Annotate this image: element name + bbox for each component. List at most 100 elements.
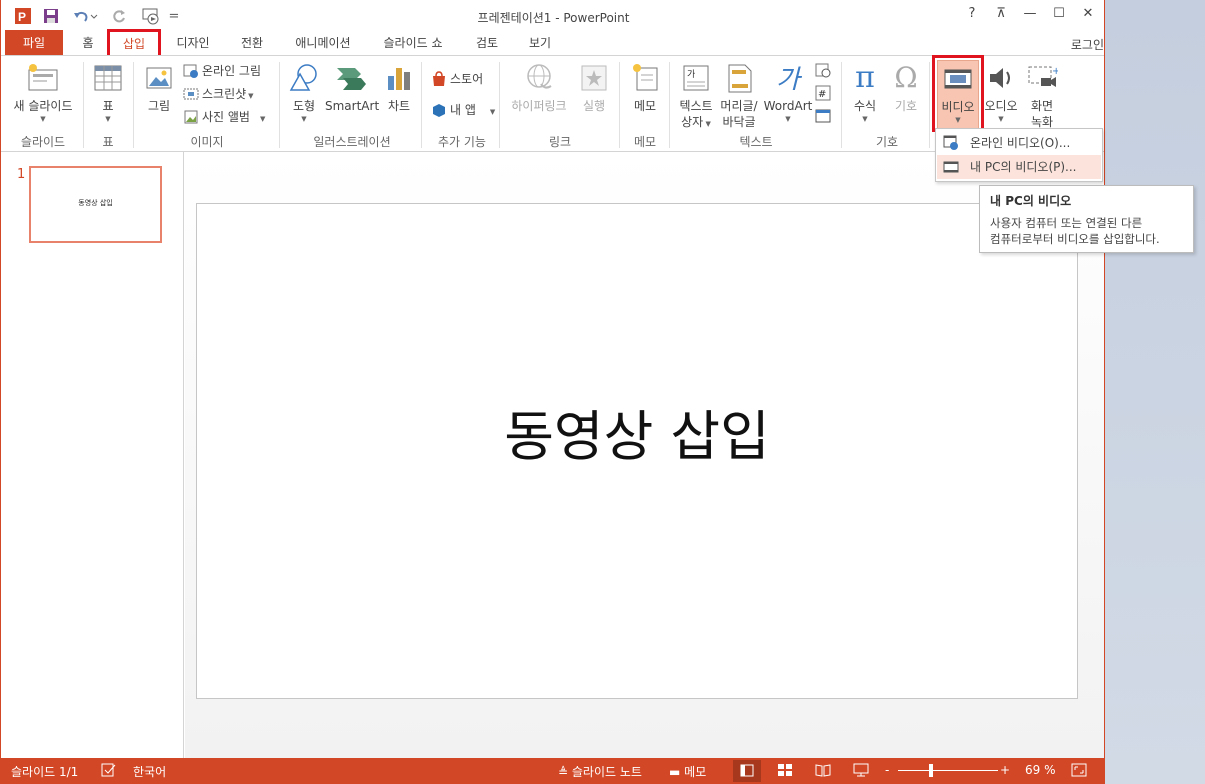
group-label-tables: 표 — [102, 135, 114, 149]
chevron-down-icon: ▼ — [105, 115, 111, 123]
date-time-icon — [815, 62, 831, 78]
group-label-illustrations: 일러스트레이션 — [313, 135, 391, 149]
tab-slideshow[interactable]: 슬라이드 쇼 — [373, 30, 453, 56]
maximize-button[interactable]: ☐ — [1045, 6, 1073, 26]
notes-button[interactable]: ≜ 슬라이드 노트 — [558, 763, 642, 780]
language[interactable]: 한국어 — [133, 763, 166, 780]
group-label-symbols: 기호 — [875, 135, 899, 149]
slide-thumbnails-pane: 1 동영상 삽입 — [1, 152, 184, 758]
textbox-button[interactable]: 가 텍스트 상자 ▼ — [675, 60, 717, 132]
chevron-down-icon: ▼ — [785, 115, 791, 123]
svg-text:가: 가 — [687, 69, 695, 80]
fit-slide-icon[interactable] — [1071, 763, 1087, 780]
screen-recording-label-line1: 화면 — [1030, 99, 1054, 113]
zoom-slider-thumb[interactable] — [929, 764, 933, 777]
tab-file[interactable]: 파일 — [5, 30, 63, 56]
slide-title[interactable]: 동영상 삽입 — [197, 392, 1077, 471]
minimize-button[interactable]: — — [1016, 6, 1044, 26]
close-button[interactable]: ✕ — [1074, 6, 1102, 26]
screen-recording-button[interactable]: + 화면 녹화 — [1023, 60, 1061, 130]
normal-view-button[interactable] — [733, 760, 761, 782]
date-time-button[interactable] — [815, 60, 834, 80]
smartart-button[interactable]: SmartArt — [325, 60, 380, 114]
store-label: 스토어 — [450, 72, 484, 86]
pc-video-menu-item[interactable]: 내 PC의 비디오(P)... — [937, 155, 1101, 179]
object-icon — [815, 108, 831, 124]
tab-home[interactable]: 홈 — [71, 30, 105, 56]
divider — [421, 62, 422, 148]
online-picture-button[interactable]: 온라인 그림 — [183, 61, 261, 81]
divider — [499, 62, 500, 148]
symbol-label: 기호 — [894, 99, 918, 113]
zoom-out-button[interactable]: - — [885, 763, 889, 777]
comment-button[interactable]: 메모 — [625, 60, 665, 114]
wordart-label: WordArt — [763, 99, 813, 113]
photo-album-button[interactable]: 사진 앨범 ▼ — [183, 107, 265, 127]
tab-design[interactable]: 디자인 — [167, 30, 219, 56]
divider — [133, 62, 134, 148]
svg-text:가: 가 — [776, 65, 803, 94]
audio-button[interactable]: 오디오 ▼ — [981, 60, 1021, 124]
divider — [669, 62, 670, 148]
symbol-button[interactable]: Ω 기호 — [887, 60, 925, 114]
comments-button[interactable]: ▬ 메모 — [669, 763, 706, 780]
reading-view-icon[interactable] — [815, 763, 831, 780]
new-slide-button[interactable]: 새 슬라이드 ▼ — [7, 60, 79, 124]
slide-sorter-view-icon[interactable] — [777, 763, 793, 780]
chevron-down-icon: ▼ — [301, 115, 307, 123]
new-slide-icon — [27, 62, 59, 94]
group-label-images: 이미지 — [190, 135, 224, 149]
equation-button[interactable]: π 수식 ▼ — [847, 60, 883, 124]
tab-transitions[interactable]: 전환 — [229, 30, 275, 56]
ribbon-tabs: 파일 홈 삽입 디자인 전환 애니메이션 슬라이드 쇼 검토 보기 로그인 — [1, 30, 1104, 57]
table-button[interactable]: 표 ▼ — [89, 60, 127, 124]
zoom-in-button[interactable]: + — [1000, 763, 1010, 777]
tab-view[interactable]: 보기 — [520, 30, 560, 56]
slide-editing-area: 동영상 삽입 — [185, 152, 1104, 758]
wordart-button[interactable]: 가 WordArt ▼ — [763, 60, 813, 124]
pi-icon: π — [855, 60, 875, 95]
divider — [841, 62, 842, 148]
slide-canvas[interactable]: 동영상 삽입 — [196, 203, 1078, 699]
chart-button[interactable]: 차트 — [381, 60, 417, 114]
slide-thumbnail[interactable]: 동영상 삽입 — [29, 166, 162, 243]
action-star-icon — [578, 62, 610, 94]
screen-recording-icon: + — [1026, 62, 1060, 94]
object-button[interactable] — [815, 106, 834, 126]
online-video-menu-item[interactable]: 온라인 비디오(O)... — [937, 131, 1101, 155]
divider — [83, 62, 84, 148]
smartart-label: SmartArt — [325, 99, 380, 113]
slide-number-icon: # — [815, 85, 831, 101]
screenshot-button[interactable]: 스크린샷 ▼ — [183, 84, 254, 104]
table-icon — [92, 62, 124, 94]
tooltip-line: 사용자 컴퓨터 또는 연결된 다른 — [990, 216, 1143, 230]
group-label-text: 텍스트 — [739, 135, 773, 149]
divider — [929, 62, 930, 148]
slideshow-view-icon[interactable] — [853, 763, 869, 780]
pc-video-icon — [943, 159, 959, 175]
ribbon-display-options-button[interactable]: ⊼ — [987, 6, 1015, 26]
tooltip-title: 내 PC의 비디오 — [990, 194, 1072, 208]
tab-review[interactable]: 검토 — [467, 30, 507, 56]
store-button[interactable]: 스토어 — [431, 69, 483, 89]
picture-button[interactable]: 그림 — [139, 60, 179, 114]
header-footer-button[interactable]: 머리글/ 바닥글 — [717, 60, 761, 130]
screen-recording-label-line2: 녹화 — [1030, 115, 1054, 129]
help-button[interactable]: ? — [958, 6, 986, 26]
spellcheck-icon[interactable] — [101, 763, 117, 780]
shapes-button[interactable]: 도형 ▼ — [285, 60, 323, 124]
table-label: 표 — [102, 99, 114, 113]
comment-icon — [629, 62, 661, 94]
zoom-level[interactable]: 69 % — [1025, 763, 1056, 777]
hyperlink-button[interactable]: 하이퍼링크 — [507, 60, 571, 114]
slide-number-button[interactable]: # — [815, 83, 834, 103]
hyperlink-label: 하이퍼링크 — [511, 99, 567, 113]
window-title: 프레젠테이션1 - PowerPoint — [477, 11, 630, 25]
login-link[interactable]: 로그인 — [1071, 36, 1104, 53]
header-footer-label-line1: 머리글/ — [720, 99, 758, 113]
chart-label: 차트 — [387, 99, 411, 113]
tab-animations[interactable]: 애니메이션 — [286, 30, 360, 56]
action-button[interactable]: 실행 — [575, 60, 613, 114]
my-apps-button[interactable]: 내 앱 ▼ — [431, 100, 495, 120]
zoom-slider[interactable] — [898, 770, 998, 771]
